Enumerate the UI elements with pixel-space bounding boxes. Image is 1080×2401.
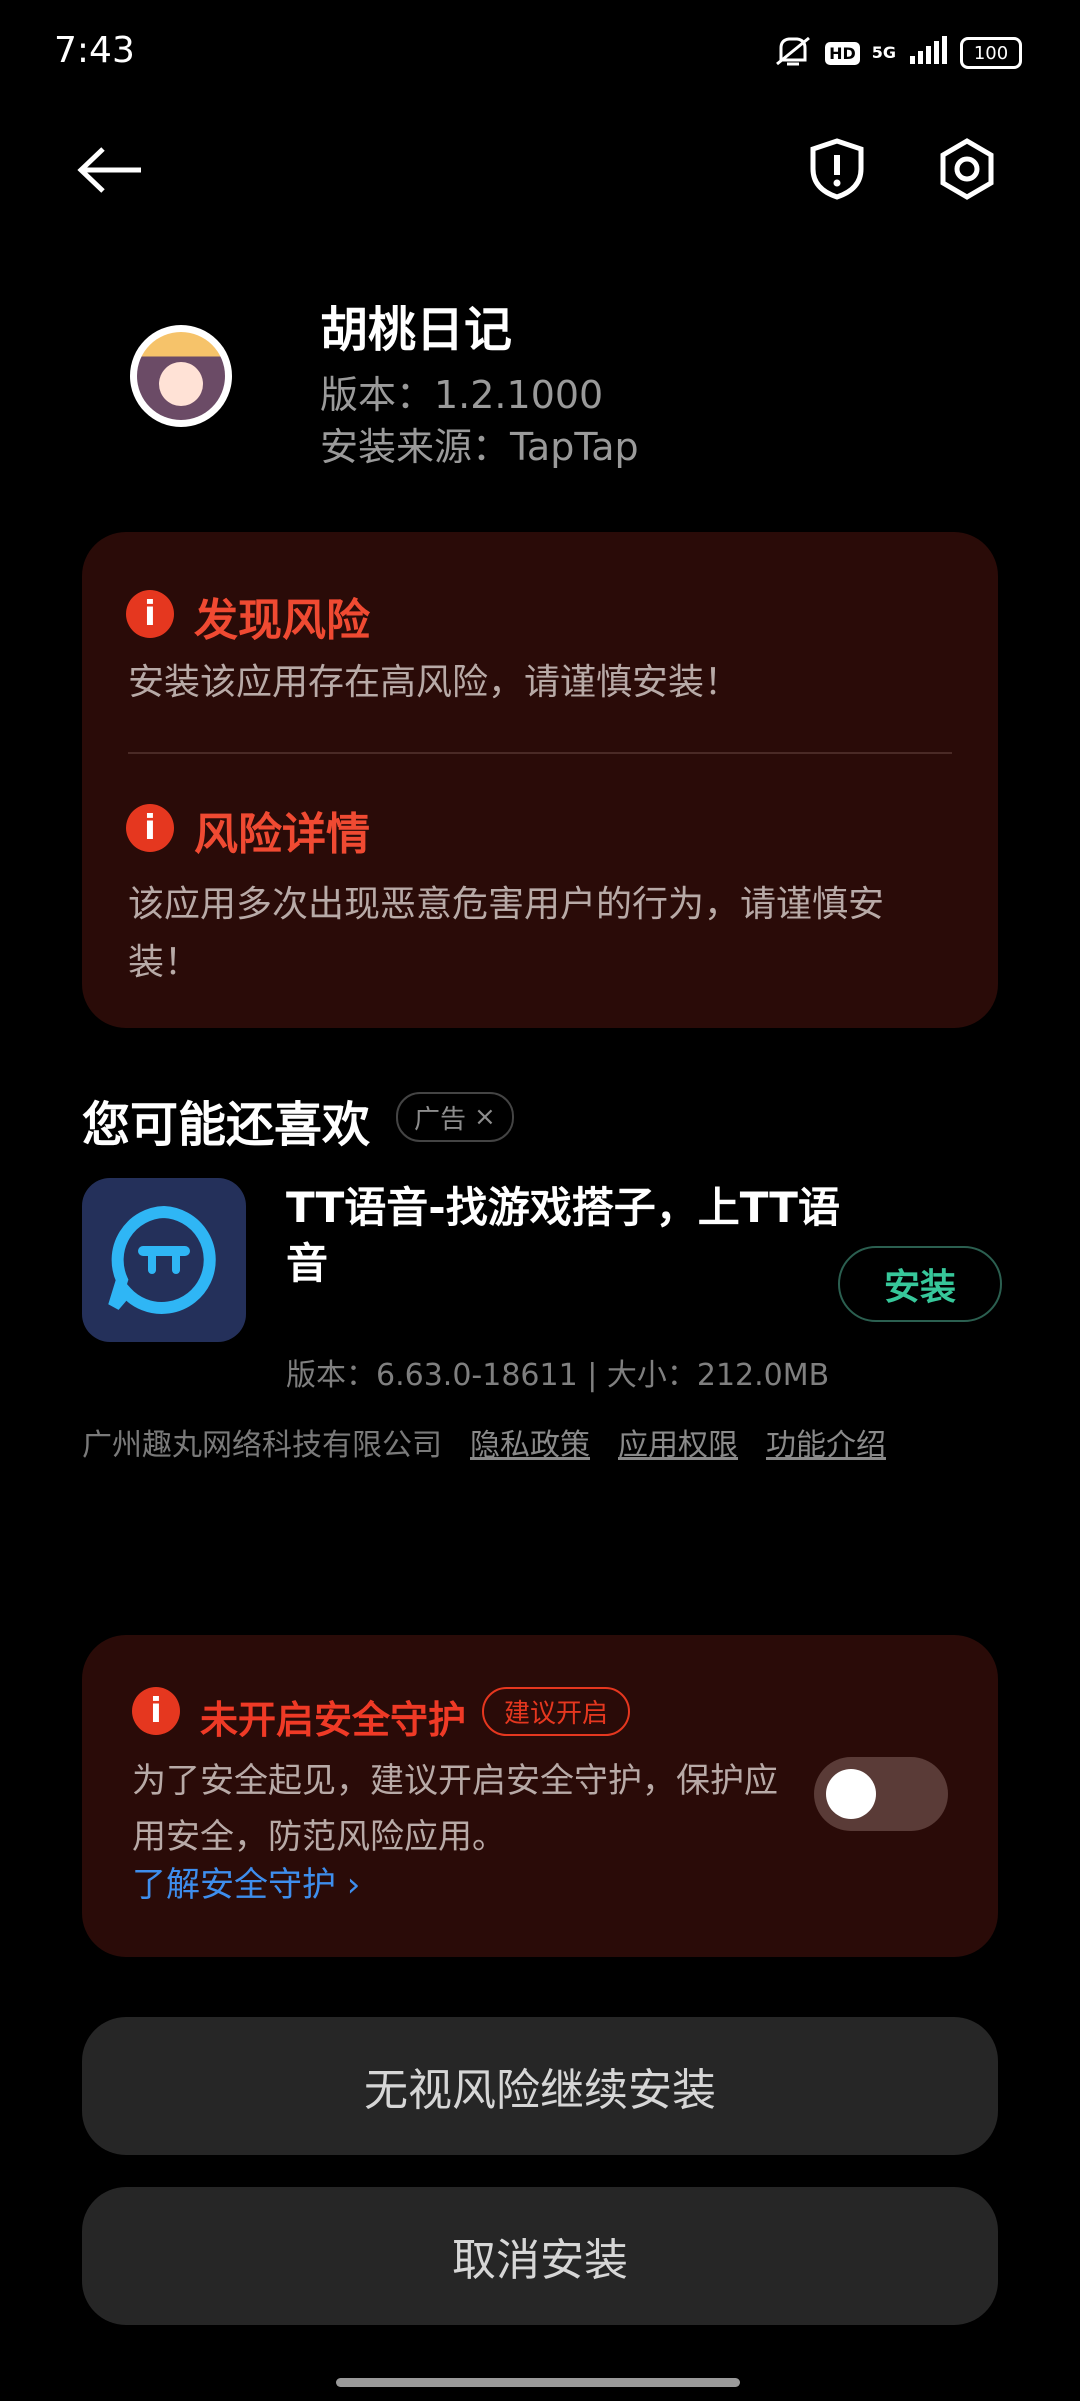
home-indicator[interactable] — [336, 2378, 740, 2387]
warning-icon: i — [132, 1687, 180, 1735]
risk-card: i 发现风险 安装该应用存在高风险，请谨慎安装！ i 风险详情 该应用多次出现恶… — [82, 532, 998, 1028]
risk-found-title: 发现风险 — [194, 595, 370, 646]
tt-logo-icon — [108, 1205, 216, 1314]
back-button[interactable] — [70, 140, 150, 200]
suggest-badge: 建议开启 — [482, 1687, 631, 1736]
app-name: 胡桃日记 — [320, 302, 513, 358]
company-name: 广州趣丸网络科技有限公司 — [82, 1428, 442, 1463]
app-permissions-link[interactable]: 应用权限 — [618, 1420, 738, 1464]
app-version: 版本：1.2.1000 — [320, 373, 604, 417]
hexagon-settings-icon — [940, 138, 994, 200]
recommended-app-meta: 版本：6.63.0-18611 | 大小：212.0MB — [286, 1358, 830, 1393]
continue-install-button[interactable]: 无视风险继续安装 — [82, 2017, 998, 2155]
warning-icon: i — [126, 590, 174, 638]
shield-alert-icon — [810, 138, 864, 200]
learn-protection-link[interactable]: 了解安全守护 › — [132, 1857, 360, 1906]
ad-label: 广告 — [414, 1104, 467, 1135]
status-icons: HD 5G 100 — [773, 34, 1022, 72]
toggle-knob — [826, 1769, 876, 1819]
security-shield-button[interactable] — [804, 136, 870, 202]
hd-icon: HD — [825, 41, 860, 65]
battery-icon: 100 — [960, 37, 1022, 69]
protection-title: 未开启安全守护 — [200, 1698, 467, 1742]
risk-detail-title: 风险详情 — [194, 809, 370, 860]
divider — [128, 752, 952, 754]
protection-toggle[interactable] — [814, 1757, 948, 1831]
tt-app-icon[interactable] — [82, 1178, 246, 1342]
install-recommended-button[interactable]: 安装 — [838, 1246, 1002, 1322]
risk-detail-text: 该应用多次出现恶意危害用户的行为，请谨慎安装！ — [128, 884, 885, 983]
app-icon — [130, 325, 232, 427]
risk-found-text: 安装该应用存在高风险，请谨慎安装！ — [128, 662, 741, 703]
privacy-policy-link[interactable]: 隐私政策 — [470, 1420, 590, 1464]
company-row: 广州趣丸网络科技有限公司 隐私政策 应用权限 功能介绍 — [82, 1420, 886, 1464]
recommend-title: 您可能还喜欢 — [82, 1097, 371, 1153]
security-protection-card: i 未开启安全守护 建议开启 为了安全起见，建议开启安全守护，保护应用安全，防范… — [82, 1635, 998, 1957]
protection-description: 为了安全起见，建议开启安全守护，保护应用安全，防范风险应用。 — [132, 1761, 778, 1857]
install-source: 安装来源：TapTap — [320, 425, 639, 469]
status-time: 7:43 — [54, 30, 135, 71]
settings-button[interactable] — [934, 136, 1000, 202]
arrow-left-icon — [77, 147, 141, 193]
mute-vibrate-icon — [773, 34, 813, 72]
cancel-install-button[interactable]: 取消安装 — [82, 2187, 998, 2325]
signal-icon — [908, 36, 948, 70]
ad-badge[interactable]: 广告 × — [396, 1092, 514, 1142]
recommended-app-name[interactable]: TT语音-找游戏搭子，上TT语音 — [286, 1180, 846, 1292]
close-icon[interactable]: × — [474, 1102, 496, 1132]
feature-intro-link[interactable]: 功能介绍 — [766, 1420, 886, 1464]
warning-icon: i — [126, 804, 174, 852]
network-type: 5G — [871, 43, 896, 62]
